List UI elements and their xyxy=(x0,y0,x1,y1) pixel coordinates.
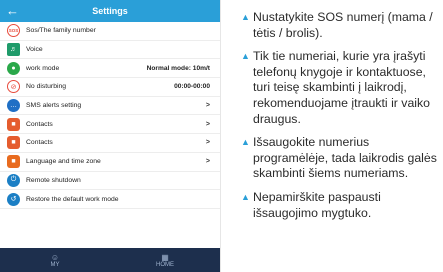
note-item: ▲ Nepamirškite paspausti išsaugojimo myg… xyxy=(241,190,439,221)
language-icon: ■ xyxy=(7,155,20,169)
settings-item-language-time-zone[interactable]: ■ Language and time zone > xyxy=(0,153,220,172)
settings-item-label: work mode xyxy=(26,64,60,72)
settings-item-sms-alerts[interactable]: … SMS alerts setting > xyxy=(0,97,220,116)
settings-item-label: Contacts xyxy=(26,139,53,147)
page-title: Settings xyxy=(92,6,128,16)
note-text: Nustatykite SOS numerį (mama / tėtis / b… xyxy=(253,10,433,40)
chevron-right-icon: > xyxy=(205,120,210,128)
settings-item-label: Remote shutdown xyxy=(26,176,81,184)
settings-item-remote-shutdown[interactable]: ⏻ Remote shutdown xyxy=(0,172,220,191)
phone-screen: ← Settings SOS Sos/The family number ♬ V… xyxy=(0,0,221,272)
triangle-bullet-icon: ▲ xyxy=(241,51,250,62)
settings-list: SOS Sos/The family number ♬ Voice ● work… xyxy=(0,22,220,209)
triangle-bullet-icon: ▲ xyxy=(241,137,250,148)
settings-item-no-disturbing[interactable]: ⊘ No disturbing 00:00-00:00 xyxy=(0,78,220,97)
settings-item-contacts[interactable]: ■ Contacts > xyxy=(0,134,220,153)
tab-home[interactable]: ▦ HOME xyxy=(110,248,220,272)
work-mode-icon: ● xyxy=(7,61,20,75)
triangle-bullet-icon: ▲ xyxy=(241,12,250,22)
note-item: ▲ Nustatykite SOS numerį (mama / tėtis /… xyxy=(241,10,439,41)
chevron-right-icon: > xyxy=(205,158,210,166)
sos-icon: SOS xyxy=(7,24,20,38)
settings-item-contacts[interactable]: ■ Contacts > xyxy=(0,115,220,135)
bottom-nav: ☺ MY ▦ HOME xyxy=(0,248,220,272)
triangle-bullet-icon: ▲ xyxy=(241,191,250,202)
tab-my[interactable]: ☺ MY xyxy=(0,248,110,272)
tab-label: HOME xyxy=(156,261,174,268)
settings-item-restore-default[interactable]: ↺ Restore the default work mode xyxy=(0,190,220,209)
instruction-notes: ▲ Nustatykite SOS numerį (mama / tėtis /… xyxy=(241,10,439,229)
contacts-icon: ■ xyxy=(7,136,20,150)
trumpet-icon: ♬ xyxy=(7,43,20,57)
settings-item-label: Contacts xyxy=(26,120,53,128)
note-text: Nepamirškite paspausti išsaugojimo mygtu… xyxy=(253,189,381,220)
contacts-icon: ■ xyxy=(7,117,20,131)
note-text: Tik tie numeriai, kurie yra įrašyti tele… xyxy=(253,49,431,126)
settings-item-label: Language and time zone xyxy=(26,158,101,166)
settings-item-label: Voice xyxy=(26,46,43,54)
person-icon: ☺ xyxy=(50,252,60,262)
home-icon: ▦ xyxy=(161,252,169,262)
settings-item-sos-family-number[interactable]: SOS Sos/The family number xyxy=(0,22,220,41)
settings-item-value: 00:00-00:00 xyxy=(174,83,210,91)
settings-item-label: SMS alerts setting xyxy=(26,102,82,110)
settings-item-label: No disturbing xyxy=(26,83,67,91)
app-header: ← Settings xyxy=(0,0,220,22)
note-item: ▲ Tik tie numeriai, kurie yra įrašyti te… xyxy=(241,49,439,127)
do-not-disturb-icon: ⊘ xyxy=(7,80,20,94)
settings-item-label: Restore the default work mode xyxy=(26,195,119,203)
restore-icon: ↺ xyxy=(7,192,20,206)
note-item: ▲ Išsaugokite numerius programėlėje, tad… xyxy=(241,135,439,182)
settings-item-voice[interactable]: ♬ Voice xyxy=(0,41,220,60)
settings-item-work-mode[interactable]: ● work mode Normal mode: 10m/t xyxy=(0,59,220,79)
note-text: Išsaugokite numerius programėlėje, tada … xyxy=(253,135,437,181)
tab-label: MY xyxy=(50,261,60,268)
chevron-right-icon: > xyxy=(205,139,210,147)
chat-bubble-icon: … xyxy=(7,99,20,113)
power-icon: ⏻ xyxy=(7,173,20,187)
settings-item-value: Normal mode: 10m/t xyxy=(146,64,210,72)
chevron-right-icon: > xyxy=(205,102,210,110)
settings-item-label: Sos/The family number xyxy=(26,27,96,35)
